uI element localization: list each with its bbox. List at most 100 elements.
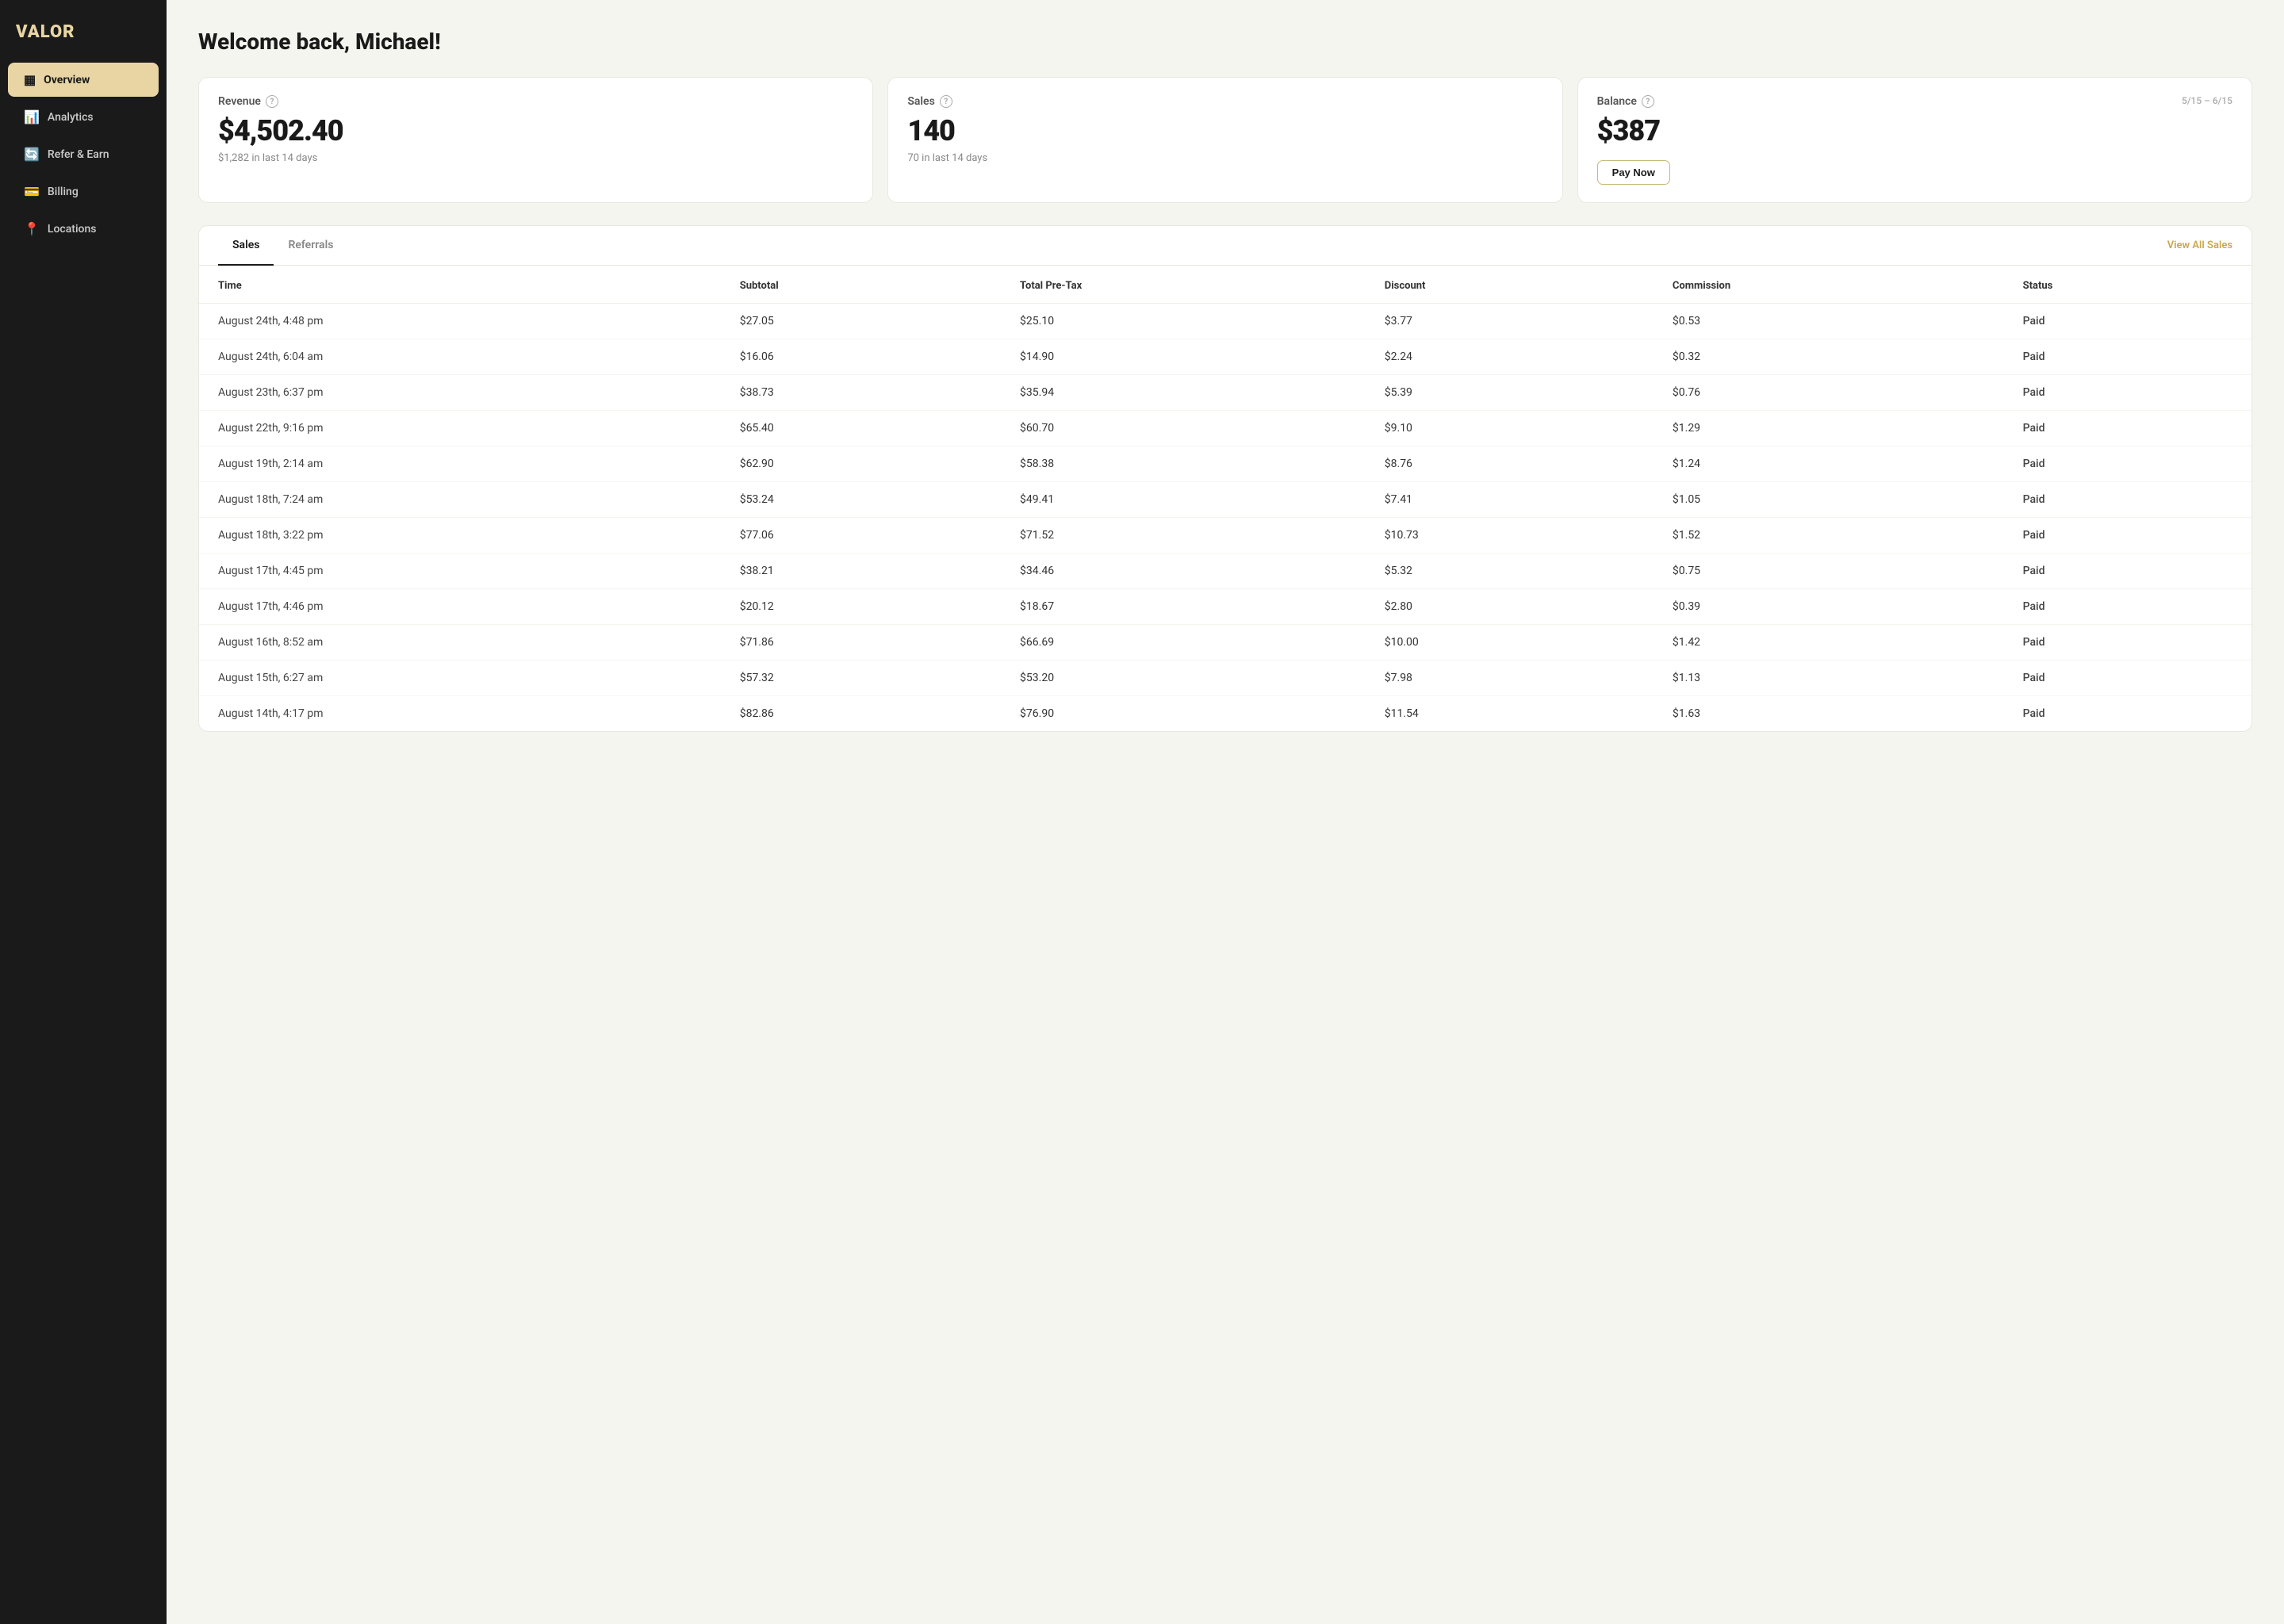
refer-earn-icon: 🔄 xyxy=(24,147,40,162)
table-cell: $14.90 xyxy=(1001,339,1366,375)
col-status: Status xyxy=(2004,266,2251,304)
table-cell: $49.41 xyxy=(1001,482,1366,518)
table-row: August 23th, 6:37 pm$38.73$35.94$5.39$0.… xyxy=(199,375,2251,411)
table-section: Sales Referrals View All Sales Time Subt… xyxy=(198,225,2252,732)
table-cell: $25.10 xyxy=(1001,304,1366,339)
balance-value: $387 xyxy=(1597,114,2232,147)
table-cell: $9.10 xyxy=(1366,411,1654,446)
table-row: August 22th, 9:16 pm$65.40$60.70$9.10$1.… xyxy=(199,411,2251,446)
sales-help-icon[interactable]: ? xyxy=(940,95,952,108)
revenue-label: Revenue ? xyxy=(218,95,853,108)
table-cell: $34.46 xyxy=(1001,553,1366,589)
table-row: August 15th, 6:27 am$57.32$53.20$7.98$1.… xyxy=(199,661,2251,696)
table-cell: August 14th, 4:17 pm xyxy=(199,696,721,732)
table-cell: $18.67 xyxy=(1001,589,1366,625)
table-row: August 24th, 6:04 am$16.06$14.90$2.24$0.… xyxy=(199,339,2251,375)
balance-date: 5/15 – 6/15 xyxy=(2182,95,2232,106)
table-cell: August 17th, 4:46 pm xyxy=(199,589,721,625)
page-title: Welcome back, Michael! xyxy=(198,29,2252,55)
sidebar-item-analytics-label: Analytics xyxy=(48,111,94,124)
sidebar-item-refer-earn[interactable]: 🔄 Refer & Earn xyxy=(8,137,159,171)
table-cell: Paid xyxy=(2004,411,2251,446)
table-cell: August 17th, 4:45 pm xyxy=(199,553,721,589)
tab-referrals[interactable]: Referrals xyxy=(274,226,347,266)
table-cell: $27.05 xyxy=(721,304,1001,339)
table-cell: August 15th, 6:27 am xyxy=(199,661,721,696)
table-cell: $1.24 xyxy=(1654,446,2004,482)
sidebar-item-analytics[interactable]: 📊 Analytics xyxy=(8,100,159,134)
table-cell: $5.32 xyxy=(1366,553,1654,589)
view-all-sales-link[interactable]: View All Sales xyxy=(2167,239,2232,251)
table-cell: $11.54 xyxy=(1366,696,1654,732)
table-cell: $1.13 xyxy=(1654,661,2004,696)
table-cell: Paid xyxy=(2004,375,2251,411)
sales-label: Sales ? xyxy=(907,95,1542,108)
billing-icon: 💳 xyxy=(24,184,40,199)
table-cell: August 24th, 4:48 pm xyxy=(199,304,721,339)
table-cell: August 16th, 8:52 am xyxy=(199,625,721,661)
revenue-card: Revenue ? $4,502.40 $1,282 in last 14 da… xyxy=(198,77,873,203)
table-cell: $8.76 xyxy=(1366,446,1654,482)
table-cell: $76.90 xyxy=(1001,696,1366,732)
logo-text: VALOR xyxy=(16,22,75,42)
table-cell: $16.06 xyxy=(721,339,1001,375)
col-time: Time xyxy=(199,266,721,304)
sales-value: 140 xyxy=(907,114,1542,147)
pay-now-button[interactable]: Pay Now xyxy=(1597,160,1670,185)
sidebar-item-refer-earn-label: Refer & Earn xyxy=(48,148,109,161)
tabs: Sales Referrals xyxy=(218,226,347,265)
revenue-help-icon[interactable]: ? xyxy=(266,95,278,108)
col-pretax: Total Pre-Tax xyxy=(1001,266,1366,304)
table-cell: $82.86 xyxy=(721,696,1001,732)
table-cell: $62.90 xyxy=(721,446,1001,482)
table-cell: $1.29 xyxy=(1654,411,2004,446)
table-row: August 18th, 7:24 am$53.24$49.41$7.41$1.… xyxy=(199,482,2251,518)
table-cell: $66.69 xyxy=(1001,625,1366,661)
balance-help-icon[interactable]: ? xyxy=(1642,95,1654,108)
table-row: August 24th, 4:48 pm$27.05$25.10$3.77$0.… xyxy=(199,304,2251,339)
table-cell: $38.73 xyxy=(721,375,1001,411)
table-cell: August 18th, 3:22 pm xyxy=(199,518,721,553)
table-cell: $3.77 xyxy=(1366,304,1654,339)
col-subtotal: Subtotal xyxy=(721,266,1001,304)
table-cell: $20.12 xyxy=(721,589,1001,625)
table-cell: August 22th, 9:16 pm xyxy=(199,411,721,446)
table-row: August 17th, 4:46 pm$20.12$18.67$2.80$0.… xyxy=(199,589,2251,625)
table-cell: Paid xyxy=(2004,553,2251,589)
table-row: August 18th, 3:22 pm$77.06$71.52$10.73$1… xyxy=(199,518,2251,553)
table-cell: Paid xyxy=(2004,696,2251,732)
main-content: Welcome back, Michael! Revenue ? $4,502.… xyxy=(167,0,2284,1624)
col-discount: Discount xyxy=(1366,266,1654,304)
table-cell: $38.21 xyxy=(721,553,1001,589)
table-cell: August 19th, 2:14 am xyxy=(199,446,721,482)
table-cell: $65.40 xyxy=(721,411,1001,446)
table-cell: $1.05 xyxy=(1654,482,2004,518)
balance-card: Balance ? 5/15 – 6/15 $387 Pay Now xyxy=(1577,77,2252,203)
table-row: August 14th, 4:17 pm$82.86$76.90$11.54$1… xyxy=(199,696,2251,732)
sales-sub: 70 in last 14 days xyxy=(907,152,1542,164)
sidebar-item-billing[interactable]: 💳 Billing xyxy=(8,174,159,209)
table-cell: Paid xyxy=(2004,446,2251,482)
table-cell: Paid xyxy=(2004,589,2251,625)
revenue-sub: $1,282 in last 14 days xyxy=(218,152,853,164)
table-row: August 16th, 8:52 am$71.86$66.69$10.00$1… xyxy=(199,625,2251,661)
sidebar-item-overview[interactable]: ▦ Overview xyxy=(8,63,159,97)
balance-header: Balance ? 5/15 – 6/15 xyxy=(1597,95,2232,114)
table-cell: $5.39 xyxy=(1366,375,1654,411)
table-cell: Paid xyxy=(2004,661,2251,696)
tab-sales[interactable]: Sales xyxy=(218,226,274,266)
table-cell: $0.76 xyxy=(1654,375,2004,411)
table-header: Time Subtotal Total Pre-Tax Discount Com… xyxy=(199,266,2251,304)
analytics-icon: 📊 xyxy=(24,109,40,124)
table-cell: $0.75 xyxy=(1654,553,2004,589)
sidebar-item-locations[interactable]: 📍 Locations xyxy=(8,212,159,246)
table-cell: $1.42 xyxy=(1654,625,2004,661)
logo: VALOR xyxy=(0,16,167,61)
table-cell: Paid xyxy=(2004,339,2251,375)
balance-label: Balance ? xyxy=(1597,95,1654,108)
table-cell: $10.00 xyxy=(1366,625,1654,661)
table-cell: $7.41 xyxy=(1366,482,1654,518)
table-cell: $7.98 xyxy=(1366,661,1654,696)
table-cell: August 23th, 6:37 pm xyxy=(199,375,721,411)
table-row: August 19th, 2:14 am$62.90$58.38$8.76$1.… xyxy=(199,446,2251,482)
